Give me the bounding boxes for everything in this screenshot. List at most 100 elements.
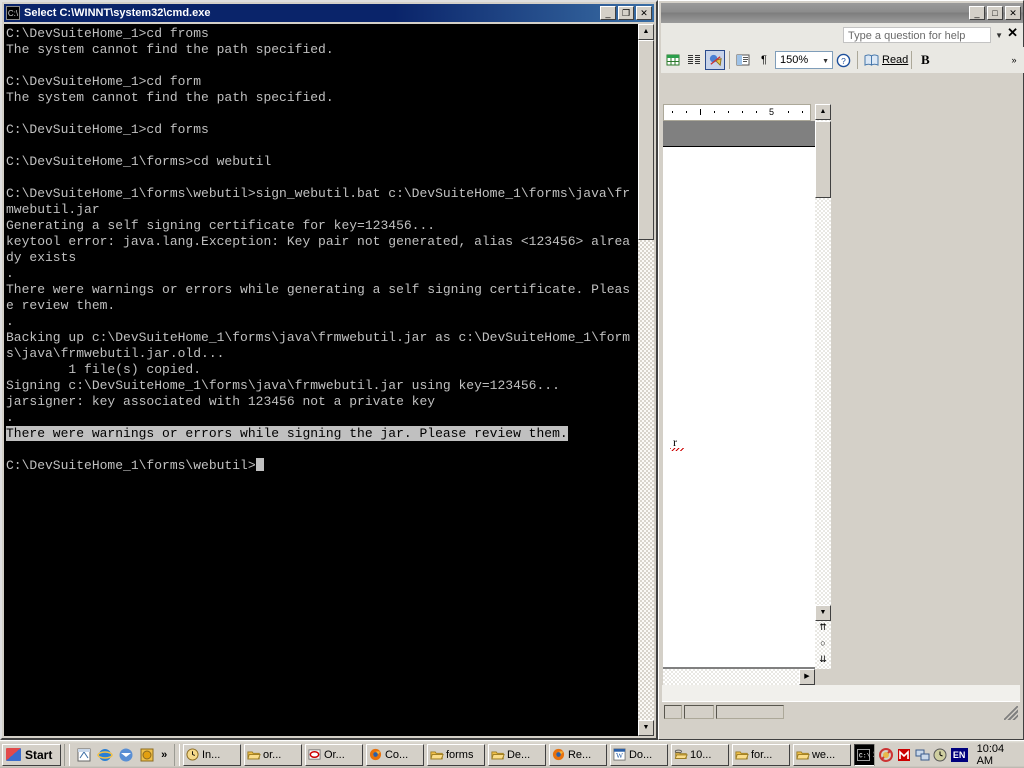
scroll-thumb[interactable]: [815, 121, 831, 198]
horizontal-ruler[interactable]: 5: [663, 104, 811, 121]
zoom-dropdown-icon[interactable]: ▼: [822, 58, 829, 65]
help-dropdown-icon[interactable]: ▼: [995, 31, 1003, 40]
folder-icon: [247, 748, 261, 762]
taskbar-clock[interactable]: 10:04 AM: [977, 743, 1020, 767]
word-minimize-button[interactable]: _: [969, 6, 985, 20]
document-canvas[interactable]: r: [663, 121, 815, 669]
browse-next-icon[interactable]: ⇊: [816, 653, 830, 667]
help-circle-icon[interactable]: ?: [833, 50, 853, 70]
word-window[interactable]: _ □ ✕ Type a question for help ▼ ✕ ¶ 150…: [658, 0, 1024, 740]
menubar-close-icon[interactable]: ✕: [1007, 25, 1018, 41]
document-map-icon[interactable]: [733, 50, 753, 70]
word-status-bar: [662, 701, 1020, 721]
document-horizontal-scrollbar[interactable]: ▶: [663, 669, 815, 685]
clock-tray-icon[interactable]: [933, 747, 948, 763]
console-caret: [255, 458, 264, 471]
console-line: C:\DevSuiteHome_1>cd form: [6, 74, 202, 89]
document-page[interactable]: r: [663, 146, 815, 667]
antivirus-icon[interactable]: [879, 747, 894, 763]
firefox-icon: [369, 748, 383, 762]
folder-icon: [430, 748, 444, 762]
zoom-combobox[interactable]: 150% ▼: [775, 51, 833, 69]
word-lower-strip: [662, 685, 1020, 701]
console-line: .: [6, 314, 14, 329]
select-browse-object-icon[interactable]: ○: [816, 637, 830, 651]
word-restore-button[interactable]: □: [987, 6, 1003, 20]
desktop: _ □ ✕ Type a question for help ▼ ✕ ¶ 150…: [0, 0, 1024, 768]
internet-explorer-icon[interactable]: [96, 746, 113, 764]
console-line: The system cannot find the path specifie…: [6, 42, 334, 57]
quick-launch-chevron-icon[interactable]: »: [161, 749, 167, 761]
taskbar-button[interactable]: De...: [487, 743, 546, 766]
show-desktop-icon[interactable]: [75, 746, 92, 764]
toolbar-separator: [729, 51, 730, 69]
taskbar-button[interactable]: 10...: [670, 743, 729, 766]
taskbar[interactable]: Start » In... or... Or... Co... forms De... Re…: [0, 740, 1024, 768]
taskbar-button-label: Co...: [384, 748, 409, 761]
cmd-scroll-down-button[interactable]: ▼: [638, 720, 654, 736]
task-button-list: In... or... Or... Co... forms De... Re... W Do..…: [182, 743, 874, 766]
cmd-restore-button[interactable]: ❐: [618, 6, 634, 20]
clock-icon: [186, 748, 200, 762]
console-line: C:\DevSuiteHome_1\forms>cd webutil: [6, 154, 272, 169]
taskbar-button[interactable]: forms: [426, 743, 485, 766]
scroll-down-button[interactable]: ▼: [815, 605, 831, 621]
cmd-scroll-up-button[interactable]: ▲: [638, 24, 654, 40]
spellcheck-squiggle: [670, 448, 684, 451]
word-menubar[interactable]: Type a question for help ▼ ✕: [661, 23, 1023, 47]
browse-previous-icon[interactable]: ⇈: [816, 621, 830, 635]
cmd-vertical-scrollbar[interactable]: ▲ ▼: [638, 24, 654, 736]
window-resize-grip[interactable]: [1004, 706, 1018, 720]
taskbar-button[interactable]: W Do...: [609, 743, 668, 766]
help-question-input[interactable]: Type a question for help: [843, 27, 991, 43]
network-icon[interactable]: [915, 747, 930, 763]
taskbar-button-label: Re...: [567, 748, 592, 761]
cmd-scroll-thumb[interactable]: [638, 40, 654, 240]
drawing-icon[interactable]: [705, 50, 725, 70]
insert-excel-spreadsheet-icon[interactable]: [663, 50, 683, 70]
console-line: The system cannot find the path specifie…: [6, 90, 334, 105]
console-line: .: [6, 410, 14, 425]
taskbar-button[interactable]: Or...: [304, 743, 363, 766]
columns-icon[interactable]: [684, 50, 704, 70]
status-cell-3: [716, 704, 784, 719]
console-icon: C:\: [6, 6, 20, 20]
folder-icon: [491, 748, 505, 762]
cmd-minimize-button[interactable]: _: [600, 6, 616, 20]
bold-button[interactable]: B: [915, 50, 935, 70]
console-line: There were warnings or errors while gene…: [6, 282, 631, 297]
cmd-titlebar[interactable]: C:\ Select C:\WINNT\system32\cmd.exe _ ❐…: [4, 4, 654, 22]
start-label: Start: [25, 747, 53, 762]
hscroll-right-button[interactable]: ▶: [799, 669, 815, 685]
taskbar-button[interactable]: C:\Sel...: [853, 743, 874, 766]
media-player-icon[interactable]: [138, 746, 155, 764]
language-indicator[interactable]: EN: [950, 747, 968, 762]
taskbar-button[interactable]: for...: [731, 743, 790, 766]
scroll-up-button[interactable]: ▲: [815, 104, 831, 120]
show-formatting-marks-icon[interactable]: ¶: [754, 50, 774, 70]
taskbar-button[interactable]: Co...: [365, 743, 424, 766]
taskbar-button[interactable]: In...: [182, 743, 241, 766]
read-button[interactable]: Read: [861, 50, 908, 70]
mcafee-icon[interactable]: [897, 747, 912, 763]
oracle-icon: [308, 748, 322, 762]
outlook-express-icon[interactable]: [117, 746, 134, 764]
cmd-close-button[interactable]: ✕: [636, 6, 652, 20]
document-vertical-scrollbar[interactable]: ▲ ▼ ⇈ ○ ⇊: [815, 104, 831, 669]
word-titlebar[interactable]: _ □ ✕: [661, 3, 1023, 23]
toolbar-overflow-button[interactable]: »: [1004, 50, 1024, 70]
system-tray[interactable]: EN 10:04 AM: [873, 743, 1024, 767]
console-line: C:\DevSuiteHome_1\forms\webutil>sign_web…: [6, 186, 631, 201]
taskbar-button[interactable]: Re...: [548, 743, 607, 766]
command-prompt-window[interactable]: C:\ Select C:\WINNT\system32\cmd.exe _ ❐…: [0, 0, 658, 740]
console-line: Generating a self signing certificate fo…: [6, 218, 436, 233]
console-line-highlighted: There were warnings or errors while sign…: [6, 426, 568, 441]
start-button[interactable]: Start: [2, 743, 62, 766]
word-close-button[interactable]: ✕: [1005, 6, 1021, 20]
taskbar-button[interactable]: or...: [243, 743, 302, 766]
taskbar-button[interactable]: we...: [792, 743, 851, 766]
console-output-area[interactable]: C:\DevSuiteHome_1>cd froms The system can…: [4, 24, 640, 736]
console-prompt-line: C:\DevSuiteHome_1\forms\webutil>: [6, 458, 640, 474]
word-toolbar[interactable]: ¶ 150% ▼ ? Read B »: [661, 47, 1024, 73]
